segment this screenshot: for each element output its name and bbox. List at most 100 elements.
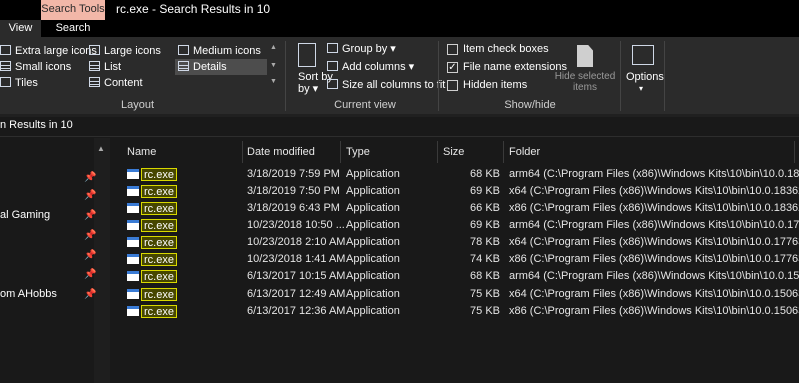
- size-all-columns-button[interactable]: Size all columns to fit: [327, 78, 445, 93]
- cell-folder: x64 (C:\Program Files (x86)\Windows Kits…: [509, 185, 799, 197]
- cell-size: 68 KB: [470, 270, 500, 282]
- layout-list[interactable]: List: [89, 60, 121, 75]
- file-name-highlight: rc.exe: [141, 202, 177, 215]
- search-tools-context-tab[interactable]: Search Tools: [41, 0, 105, 20]
- cell-size: 66 KB: [470, 202, 500, 214]
- column-header-name[interactable]: Name: [127, 146, 156, 158]
- layout-tiles[interactable]: Tiles: [0, 76, 38, 91]
- layout-details[interactable]: Details: [178, 60, 227, 75]
- column-divider[interactable]: [437, 141, 438, 163]
- ribbon-tab-row: [0, 20, 799, 37]
- file-name-highlight: rc.exe: [141, 185, 177, 198]
- file-name-highlight: rc.exe: [141, 288, 177, 301]
- cell-date: 6/13/2017 10:15 AM: [247, 270, 346, 282]
- table-row[interactable]: rc.exe 10/23/2018 2:10 AM Application 78…: [118, 234, 799, 251]
- cell-date: 10/23/2018 2:10 AM: [247, 236, 346, 248]
- nav-item-gaming[interactable]: al Gaming: [0, 209, 50, 221]
- table-row[interactable]: rc.exe 6/13/2017 12:49 AM Application 75…: [118, 286, 799, 303]
- cell-size: 69 KB: [470, 219, 500, 231]
- cell-size: 68 KB: [470, 168, 500, 180]
- cell-folder: x64 (C:\Program Files (x86)\Windows Kits…: [509, 236, 799, 248]
- nav-scroll-up[interactable]: ▲: [97, 144, 105, 153]
- layout-gallery-expand[interactable]: ▼: [269, 78, 278, 85]
- pin-icon: 📌: [84, 230, 97, 241]
- extra-large-icons-icon: [0, 45, 11, 55]
- cell-type: Application: [346, 185, 400, 197]
- hide-selected-items-button[interactable]: Hide selected items: [553, 71, 617, 93]
- application-icon: [127, 254, 139, 264]
- application-icon: [127, 289, 139, 299]
- cell-date: 6/13/2017 12:49 AM: [247, 288, 346, 300]
- cell-size: 75 KB: [470, 305, 500, 317]
- cell-size: 75 KB: [470, 288, 500, 300]
- layout-medium-icons[interactable]: Medium icons: [178, 44, 261, 59]
- column-divider[interactable]: [340, 141, 341, 163]
- layout-large-icons[interactable]: Large icons: [89, 44, 161, 59]
- file-name-highlight: rc.exe: [141, 270, 177, 283]
- group-by-button[interactable]: Group by ▾: [327, 42, 396, 57]
- layout-scroll-up[interactable]: ▲: [269, 44, 278, 51]
- item-check-boxes-checkbox[interactable]: [447, 44, 458, 55]
- column-header-size[interactable]: Size: [443, 146, 464, 158]
- options-icon: [632, 45, 654, 65]
- ribbon-separator: [664, 41, 665, 111]
- table-row[interactable]: rc.exe 3/18/2019 7:50 PM Application 69 …: [118, 183, 799, 200]
- cell-folder: arm64 (C:\Program Files (x86)\Windows Ki…: [509, 168, 799, 180]
- table-row[interactable]: rc.exe 10/23/2018 1:41 AM Application 74…: [118, 251, 799, 268]
- table-row[interactable]: rc.exe 3/18/2019 6:43 PM Application 66 …: [118, 200, 799, 217]
- column-header-folder[interactable]: Folder: [509, 146, 540, 158]
- pin-icon: 📌: [84, 210, 97, 221]
- table-row[interactable]: rc.exe 3/18/2019 7:59 PM Application 68 …: [118, 166, 799, 183]
- column-header-type[interactable]: Type: [346, 146, 370, 158]
- sort-by-suffix: by ▾: [298, 83, 319, 95]
- current-view-group-label: Current view: [334, 99, 396, 111]
- add-columns-icon: [327, 61, 338, 71]
- medium-icons-icon: [178, 45, 189, 55]
- ribbon-separator: [285, 41, 286, 111]
- cell-folder: arm64 (C:\Program Files (x86)\Windows Ki…: [509, 219, 799, 231]
- item-check-boxes-label: Item check boxes: [463, 43, 549, 55]
- layout-small-icons[interactable]: Small icons: [0, 60, 71, 75]
- group-by-icon: [327, 43, 338, 53]
- nav-item-ahobbs[interactable]: om AHobbs: [0, 288, 57, 300]
- cell-size: 78 KB: [470, 236, 500, 248]
- hide-selected-icon: [577, 45, 593, 67]
- cell-type: Application: [346, 236, 400, 248]
- tab-view[interactable]: View: [0, 20, 41, 37]
- cell-folder: x86 (C:\Program Files (x86)\Windows Kits…: [509, 305, 799, 317]
- details-icon: [178, 61, 189, 71]
- address-bar[interactable]: [0, 117, 799, 137]
- layout-extra-large-icons[interactable]: Extra large icons: [0, 44, 97, 59]
- sort-by-icon: [298, 43, 316, 67]
- layout-scroll-down[interactable]: ▼: [269, 62, 278, 69]
- column-divider[interactable]: [794, 141, 795, 163]
- window-title: rc.exe - Search Results in 10: [116, 2, 271, 16]
- column-divider[interactable]: [242, 141, 243, 163]
- large-icons-icon: [89, 45, 100, 55]
- layout-content[interactable]: Content: [89, 76, 143, 91]
- table-row[interactable]: rc.exe 6/13/2017 10:15 AM Application 68…: [118, 268, 799, 285]
- hidden-items-checkbox[interactable]: [447, 80, 458, 91]
- add-columns-button[interactable]: Add columns ▾: [327, 60, 414, 75]
- cell-date: 10/23/2018 1:41 AM: [247, 253, 346, 265]
- table-row[interactable]: rc.exe 10/23/2018 10:50 ... Application …: [118, 217, 799, 234]
- cell-type: Application: [346, 270, 400, 282]
- show-hide-group-label: Show/hide: [504, 99, 556, 111]
- small-icons-icon: [0, 61, 11, 71]
- layout-group-label: Layout: [120, 99, 155, 111]
- application-icon: [127, 186, 139, 196]
- file-name-extensions-checkbox[interactable]: ✓: [447, 62, 458, 73]
- cell-type: Application: [346, 202, 400, 214]
- table-row[interactable]: rc.exe 6/13/2017 12:36 AM Application 75…: [118, 303, 799, 320]
- cell-folder: x64 (C:\Program Files (x86)\Windows Kits…: [509, 288, 799, 300]
- application-icon: [127, 306, 139, 316]
- pin-icon: 📌: [84, 269, 97, 280]
- application-icon: [127, 220, 139, 230]
- column-divider[interactable]: [503, 141, 504, 163]
- cell-type: Application: [346, 288, 400, 300]
- tab-search[interactable]: Search: [45, 20, 101, 37]
- cell-type: Application: [346, 253, 400, 265]
- size-columns-icon: [327, 79, 338, 89]
- options-button[interactable]: Options: [626, 70, 664, 85]
- column-header-date-modified[interactable]: Date modified: [247, 146, 315, 158]
